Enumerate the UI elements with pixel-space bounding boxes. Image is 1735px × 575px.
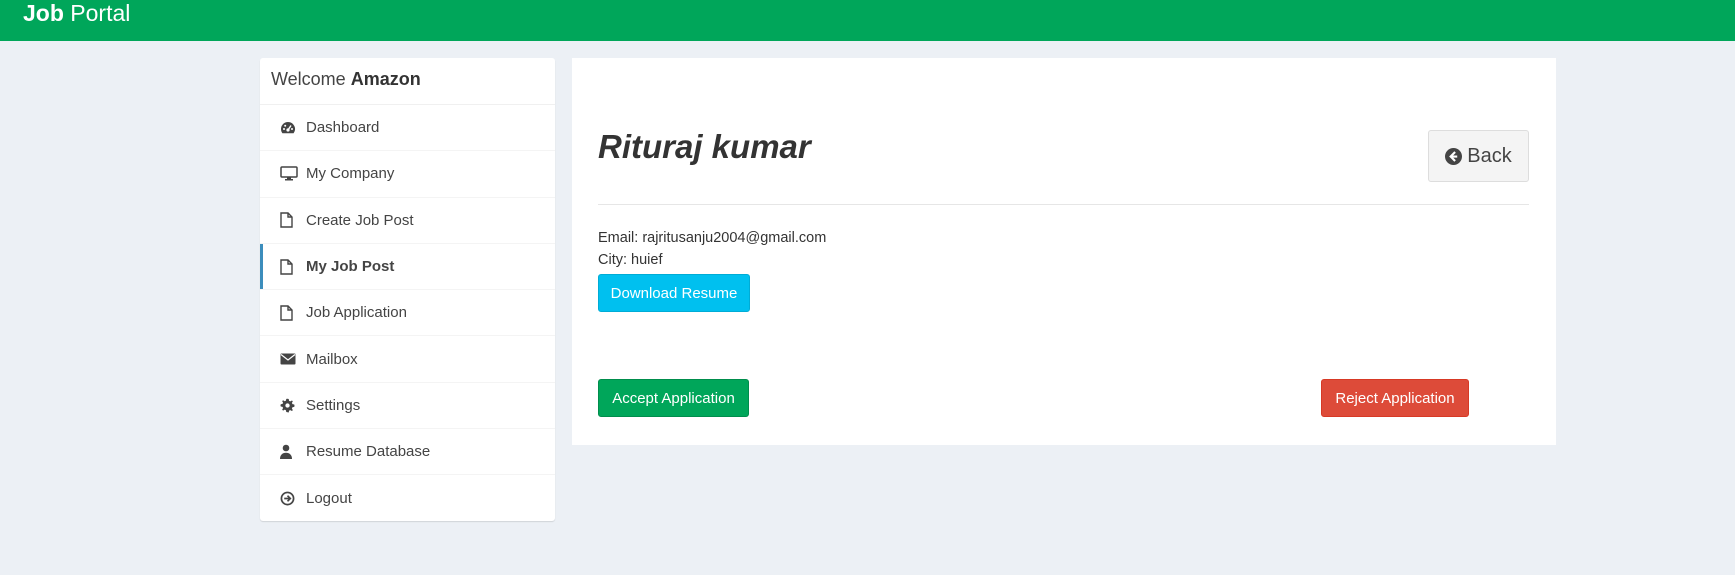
- sidebar-item-label: Resume Database: [306, 443, 431, 461]
- applicant-email: Email: rajritusanju2004@gmail.com: [598, 230, 827, 246]
- dashboard-icon: [280, 119, 300, 137]
- sidebar-item-resume-database[interactable]: Resume Database: [260, 429, 555, 476]
- accept-application-button[interactable]: Accept Application: [598, 379, 749, 417]
- sidebar-item-settings[interactable]: Settings: [260, 383, 555, 430]
- company-name: Amazon: [350, 69, 421, 89]
- applicant-city: City: huief: [598, 252, 663, 268]
- download-resume-button[interactable]: Download Resume: [598, 274, 750, 312]
- logout-icon: [280, 490, 300, 508]
- brand-bold: Job: [23, 0, 64, 26]
- sidebar-item-mailbox[interactable]: Mailbox: [260, 336, 555, 383]
- user-icon: [280, 443, 300, 461]
- arrow-circle-left-icon: [1445, 147, 1463, 165]
- sidebar-item-create-job-post[interactable]: Create Job Post: [260, 198, 555, 244]
- envelope-icon: [280, 350, 300, 368]
- welcome-header: Welcome Amazon: [260, 58, 555, 105]
- sidebar-item-label: Logout: [306, 490, 352, 508]
- sidebar-item-label: Mailbox: [306, 350, 358, 368]
- sidebar-item-my-company[interactable]: My Company: [260, 151, 555, 198]
- sidebar: Welcome Amazon Dashboard My Company Crea…: [260, 58, 555, 521]
- sidebar-item-label: My Job Post: [306, 258, 395, 276]
- sidebar-item-label: Settings: [306, 396, 361, 414]
- file-icon: [280, 211, 300, 229]
- applicant-detail-panel: Rituraj kumar Back Email: rajritusanju20…: [572, 58, 1556, 445]
- top-navbar: Job Portal: [0, 0, 1735, 41]
- gear-icon: [280, 396, 300, 414]
- sidebar-item-dashboard[interactable]: Dashboard: [260, 105, 555, 152]
- reject-application-button[interactable]: Reject Application: [1321, 379, 1469, 417]
- brand-logo[interactable]: Job Portal: [23, 1, 130, 25]
- sidebar-item-label: My Company: [306, 165, 395, 183]
- sidebar-item-label: Job Application: [306, 304, 407, 322]
- divider: [598, 204, 1529, 205]
- desktop-icon: [280, 165, 300, 183]
- back-button[interactable]: Back: [1428, 130, 1529, 182]
- brand-light: Portal: [70, 0, 131, 26]
- applicant-name: Rituraj kumar: [598, 128, 811, 165]
- file-icon: [280, 258, 300, 276]
- file-icon: [280, 304, 300, 322]
- sidebar-item-job-application[interactable]: Job Application: [260, 290, 555, 337]
- welcome-prefix: Welcome: [271, 69, 346, 89]
- sidebar-item-my-job-post[interactable]: My Job Post: [260, 243, 555, 291]
- sidebar-item-label: Create Job Post: [306, 211, 414, 229]
- sidebar-item-logout[interactable]: Logout: [260, 475, 555, 521]
- sidebar-item-label: Dashboard: [306, 119, 380, 137]
- back-button-label: Back: [1467, 144, 1512, 167]
